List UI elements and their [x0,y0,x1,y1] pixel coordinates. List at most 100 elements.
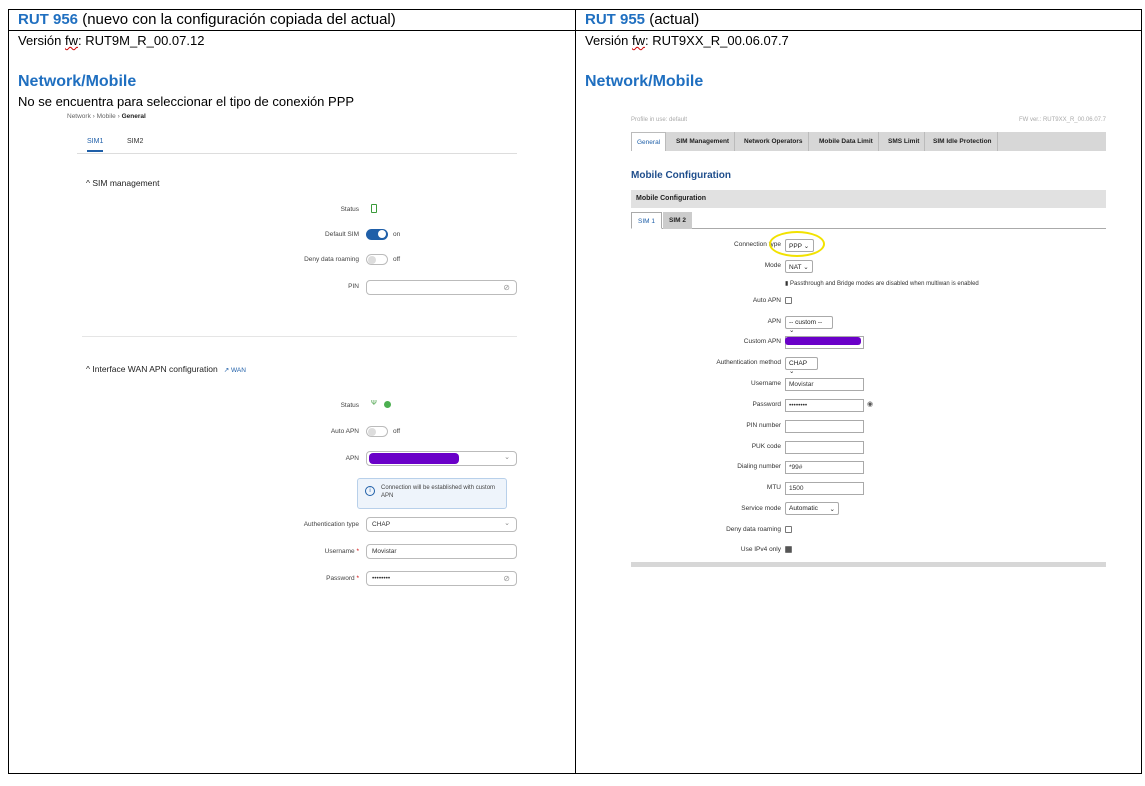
custom-apn-redaction [785,337,861,345]
tab-mobile-data-limit[interactable]: Mobile Data Limit [814,132,879,151]
tab-sim-management[interactable]: SIM Management [671,132,736,151]
config-tabs: General SIM Management Network Operators… [631,132,1106,151]
default-sim-label: Default SIM [325,231,359,238]
deny-roaming-checkbox[interactable] [785,526,792,533]
wan-apn-title[interactable]: ^ Interface WAN APN configuration ↗ WAN [86,364,246,374]
tab-sim1[interactable]: SIM 1 [631,212,662,229]
sim-management-title[interactable]: ^ SIM management [86,178,159,188]
rut955-screenshot: Profile in use: default FW ver.: RUT9XX_… [631,113,1106,568]
rut956-note: No se encuentra para seleccionar el tipo… [18,94,355,109]
auto-apn-toggle[interactable] [366,426,388,437]
eye-icon[interactable]: ◉ [867,400,873,408]
rut956-header-cell: RUT 956 (nuevo con la configuración copi… [9,10,575,31]
auto-apn-label: Auto APN [330,428,359,435]
deny-roaming-label: Deny data roaming [726,526,781,533]
apn-label: APN [767,318,781,325]
chevron-down-icon: ⌄ [789,368,795,375]
auth-method-label: Authentication method [716,359,781,366]
info-icon: i [365,486,375,496]
auto-apn-state: off [393,428,401,435]
chevron-up-icon: ^ [86,178,90,188]
chevron-down-icon: ⌄ [789,327,795,334]
fw-version: FW ver.: RUT9XX_R_00.06.07.7 [1018,117,1106,123]
apn-select[interactable]: -- custom -- ⌄ [785,316,833,334]
rut955-version: Versión fw: RUT9XX_R_00.06.07.7 [585,33,789,48]
breadcrumb: Network › Mobile › General [67,113,146,120]
auto-apn-label: Auto APN [752,297,781,304]
bottom-bar [631,562,1106,567]
mobile-config-title: Mobile Configuration [631,170,731,181]
rut955-model-desc: (actual) [645,11,700,28]
tab-sim2[interactable]: SIM 2 [663,212,692,229]
auth-type-select[interactable]: CHAP ⌄ [366,517,517,532]
puk-code-label: PUK code [751,443,781,450]
apn-redaction [369,453,459,464]
chevron-down-icon: ⌄ [504,520,510,527]
service-mode-label: Service mode [741,505,781,512]
tab-network-operators[interactable]: Network Operators [739,132,809,151]
rut956-section-title: Network/Mobile [18,73,137,90]
rut956-column: RUT 956 (nuevo con la configuración copi… [9,10,576,773]
status-label: Status [340,206,359,213]
mode-select[interactable]: NAT ⌄ [785,260,813,273]
status2-label: Status [340,402,359,409]
puk-code-input[interactable] [785,441,864,454]
mode-label: Mode [764,262,781,269]
username-label: Username [751,380,781,387]
connection-type-label: Connection type [734,241,781,248]
default-sim-state: on [393,231,401,238]
mtu-input[interactable]: 1500 [785,482,864,495]
mode-note: ▮ Passthrough and Bridge modes are disab… [785,281,979,287]
password-input[interactable]: •••••••• [785,399,864,412]
deny-roaming-label: Deny data roaming [304,256,359,263]
pin-input[interactable]: ⊘ [366,280,517,295]
chevron-down-icon: ⌄ [829,506,835,513]
username-input[interactable]: Movistar [785,378,864,391]
rut955-model-name: RUT 955 [585,11,646,28]
pin-number-label: PIN number [746,422,781,429]
tab-sim1[interactable]: SIM1 [87,138,104,152]
eye-off-icon[interactable]: ⊘ [503,283,510,292]
wan-link[interactable]: ↗ WAN [224,367,246,374]
dialing-number-input[interactable]: *99# [785,461,864,474]
dialing-number-label: Dialing number [737,463,781,470]
signal-icon: Ψ [371,400,377,407]
tab-general[interactable]: General [631,132,667,151]
rut956-screenshot: Network › Mobile › General SIM1 SIM2 ^ S… [67,111,522,591]
password-label: Password * [326,575,359,582]
eye-off-icon[interactable]: ⊘ [503,574,510,583]
auto-apn-checkbox[interactable] [785,297,792,304]
rut955-header-cell: RUT 955 (actual) [576,10,1141,31]
sim-tabs: SIM 1 SIM 2 [631,212,1106,229]
deny-roaming-state: off [393,256,401,263]
sim-tabs: SIM1 SIM2 [77,133,517,154]
deny-roaming-toggle[interactable] [366,254,388,265]
service-mode-select[interactable]: Automatic ⌄ [785,502,839,515]
password-input[interactable]: •••••••• ⊘ [366,571,517,586]
highlight-circle [769,231,825,257]
rut956-model-desc: (nuevo con la configuración copiada del … [78,11,396,28]
chevron-up-icon: ^ [86,364,90,374]
apn-label: APN [345,455,359,462]
chevron-down-icon: ⌄ [504,454,510,461]
ipv4-only-label: Use IPv4 only [740,546,781,553]
password-label: Password [752,401,781,408]
tab-sms-limit[interactable]: SMS Limit [883,132,926,151]
pin-number-input[interactable] [785,420,864,433]
username-label: Username * [324,548,359,555]
mtu-label: MTU [766,484,781,491]
auth-type-label: Authentication type [303,521,359,528]
comparison-table: RUT 956 (nuevo con la configuración copi… [8,9,1142,774]
sim-card-icon [371,204,377,213]
tab-sim-idle-protection[interactable]: SIM Idle Protection [928,132,998,151]
profile-in-use: Profile in use: default [631,117,688,123]
chevron-down-icon: ⌄ [803,264,809,271]
tab-sim2[interactable]: SIM2 [127,138,143,145]
rut955-column: RUT 955 (actual) Versión fw: RUT9XX_R_00… [576,10,1141,773]
username-input[interactable]: Movistar [366,544,517,559]
rut956-model-name: RUT 956 [18,11,79,28]
section-divider [82,336,517,337]
auth-method-select[interactable]: CHAP ⌄ [785,357,818,375]
ipv4-only-checkbox[interactable] [785,546,792,553]
default-sim-toggle[interactable] [366,229,388,240]
